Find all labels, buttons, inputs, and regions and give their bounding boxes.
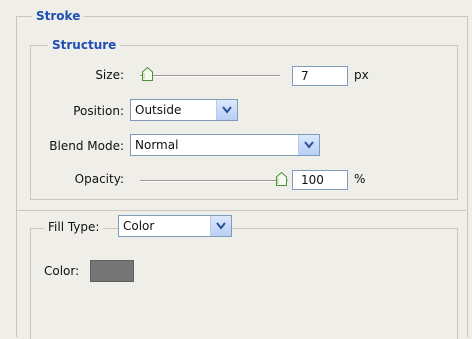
color-swatch[interactable] <box>90 260 134 282</box>
opacity-unit: % <box>354 172 366 186</box>
fill-type-select[interactable]: Color <box>118 215 232 237</box>
blend-mode-select[interactable]: Normal <box>130 134 320 156</box>
section-divider <box>16 210 466 211</box>
size-slider-track[interactable] <box>140 75 280 76</box>
opacity-label: Opacity: <box>74 172 124 186</box>
opacity-slider-thumb[interactable] <box>276 172 287 186</box>
structure-legend: Structure <box>48 38 121 52</box>
slider-thumb-icon <box>142 67 153 81</box>
size-input[interactable]: 7 <box>292 66 348 86</box>
position-dropdown-button[interactable] <box>216 100 237 120</box>
blend-mode-dropdown-button[interactable] <box>298 135 319 155</box>
position-select-value: Outside <box>135 103 182 117</box>
color-label: Color: <box>44 264 80 278</box>
fill-type-dropdown-button[interactable] <box>210 216 231 236</box>
chevron-down-icon <box>216 222 226 230</box>
opacity-slider-track[interactable] <box>140 180 288 181</box>
slider-thumb-icon <box>276 172 287 186</box>
chevron-down-icon <box>304 141 314 149</box>
opacity-input[interactable]: 100 <box>292 170 348 190</box>
fill-type-label: Fill Type: <box>44 220 104 234</box>
chevron-down-icon <box>222 106 232 114</box>
fill-group <box>30 228 458 339</box>
size-unit: px <box>354 68 369 82</box>
size-label: Size: <box>95 68 124 82</box>
blend-mode-select-value: Normal <box>135 138 179 152</box>
position-label: Position: <box>73 104 124 118</box>
blend-mode-label: Blend Mode: <box>49 139 124 153</box>
position-select[interactable]: Outside <box>130 99 238 121</box>
size-slider-thumb[interactable] <box>142 67 153 81</box>
stroke-legend: Stroke <box>32 9 85 23</box>
fill-type-select-value: Color <box>123 219 155 233</box>
